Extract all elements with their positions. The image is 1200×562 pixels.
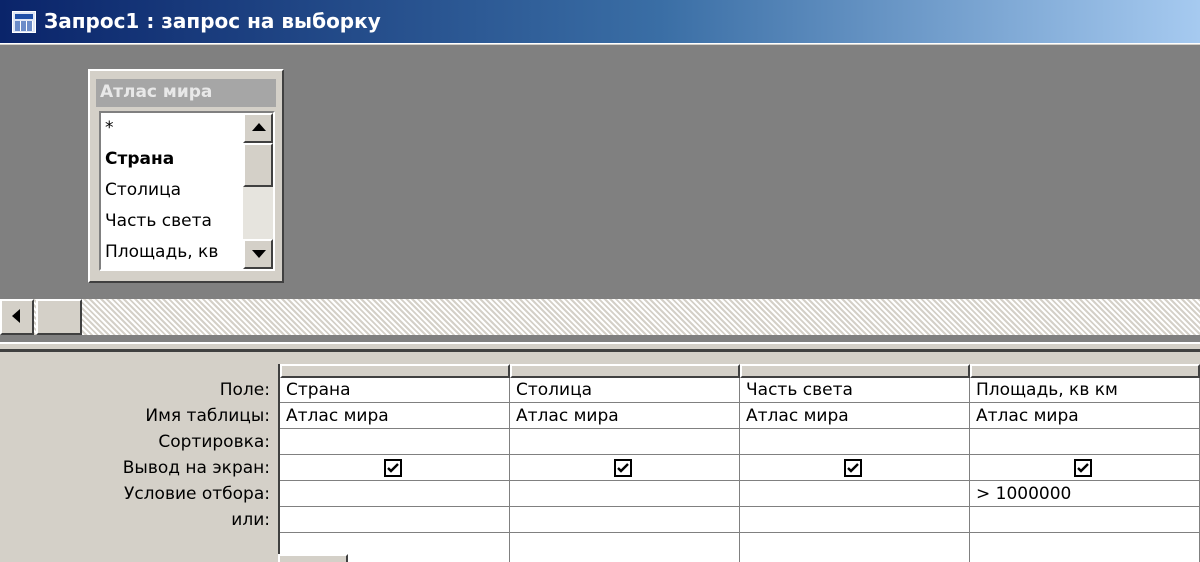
scroll-up-button[interactable] — [243, 113, 273, 143]
grid-column-2: Столица Атлас мира — [510, 378, 740, 562]
scroll-down-button[interactable] — [243, 239, 273, 269]
grid-column-4: Площадь, кв км Атлас мира > 1000000 — [970, 378, 1200, 562]
horizontal-scroll-thumb[interactable] — [36, 299, 82, 335]
cell-sort[interactable] — [510, 430, 739, 455]
query-icon[interactable] — [12, 11, 36, 33]
cell-show — [740, 456, 969, 481]
cell-or[interactable] — [510, 508, 739, 533]
query-window: Запрос1 : запрос на выборку Атлас мира *… — [0, 0, 1200, 562]
scroll-left-button[interactable] — [0, 299, 34, 335]
cell-or[interactable] — [970, 508, 1199, 533]
show-checkbox[interactable] — [614, 459, 632, 477]
table-name[interactable]: Атлас мира — [96, 79, 276, 107]
cell-criteria[interactable] — [740, 482, 969, 507]
row-label-table: Имя таблицы: — [145, 406, 270, 426]
grid-edge — [278, 364, 280, 562]
arrow-left-icon — [12, 309, 20, 323]
cell-criteria[interactable]: > 1000000 — [970, 482, 1199, 507]
row-label-sort: Сортировка: — [158, 432, 270, 452]
cell-or[interactable] — [740, 508, 969, 533]
row-label-criteria: Условие отбора: — [123, 484, 270, 504]
cell-criteria[interactable] — [510, 482, 739, 507]
row-label-show: Вывод на экран: — [122, 458, 270, 478]
cell-table[interactable]: Атлас мира — [280, 404, 509, 429]
cell-field[interactable]: Столица — [510, 378, 739, 403]
checkmark-icon — [847, 463, 859, 473]
row-label-field: Поле: — [219, 380, 270, 400]
title-bar[interactable]: Запрос1 : запрос на выборку — [0, 0, 1200, 44]
column-selector-3[interactable] — [740, 364, 970, 378]
column-selector-1[interactable] — [280, 364, 510, 378]
row-label-or: или: — [231, 510, 270, 530]
cell-sort[interactable] — [740, 430, 969, 455]
checkmark-icon — [387, 463, 399, 473]
grid-column-1: Страна Атлас мира — [280, 378, 510, 562]
upper-pane-horizontal-scrollbar[interactable] — [0, 299, 1200, 335]
query-design-grid: Поле: Имя таблицы: Сортировка: Вывод на … — [0, 356, 1200, 562]
grid-horizontal-scrollbar[interactable] — [278, 554, 348, 562]
cell-sort[interactable] — [280, 430, 509, 455]
cell-table[interactable]: Атлас мира — [970, 404, 1199, 429]
cell-criteria[interactable] — [280, 482, 509, 507]
show-checkbox[interactable] — [1074, 459, 1092, 477]
cell-sort[interactable] — [970, 430, 1199, 455]
cell-table[interactable]: Атлас мира — [740, 404, 969, 429]
column-selector-4[interactable] — [970, 364, 1200, 378]
cell-field[interactable]: Часть света — [740, 378, 969, 403]
table-pane[interactable]: Атлас мира * Страна Столица Часть света … — [0, 45, 1200, 342]
field-list[interactable]: * Страна Столица Часть света Площадь, кв — [99, 111, 275, 271]
checkmark-icon — [617, 463, 629, 473]
arrow-down-icon — [252, 250, 266, 258]
show-checkbox[interactable] — [384, 459, 402, 477]
cell-table[interactable]: Атлас мира — [510, 404, 739, 429]
pane-splitter[interactable] — [0, 342, 1200, 352]
cell-show — [970, 456, 1199, 481]
arrow-up-icon — [252, 123, 266, 131]
cell-field[interactable]: Площадь, кв км — [970, 378, 1199, 403]
window-title: Запрос1 : запрос на выборку — [44, 9, 381, 33]
grid-column-3: Часть света Атлас мира — [740, 378, 970, 562]
cell-show — [510, 456, 739, 481]
table-field-list-window[interactable]: Атлас мира * Страна Столица Часть света … — [88, 69, 284, 283]
cell-field[interactable]: Страна — [280, 378, 509, 403]
checkmark-icon — [1077, 463, 1089, 473]
cell-show — [280, 456, 509, 481]
column-selector-2[interactable] — [510, 364, 740, 378]
show-checkbox[interactable] — [844, 459, 862, 477]
scroll-thumb[interactable] — [243, 143, 273, 187]
cell-or[interactable] — [280, 508, 509, 533]
field-list-scrollbar[interactable] — [243, 113, 273, 269]
